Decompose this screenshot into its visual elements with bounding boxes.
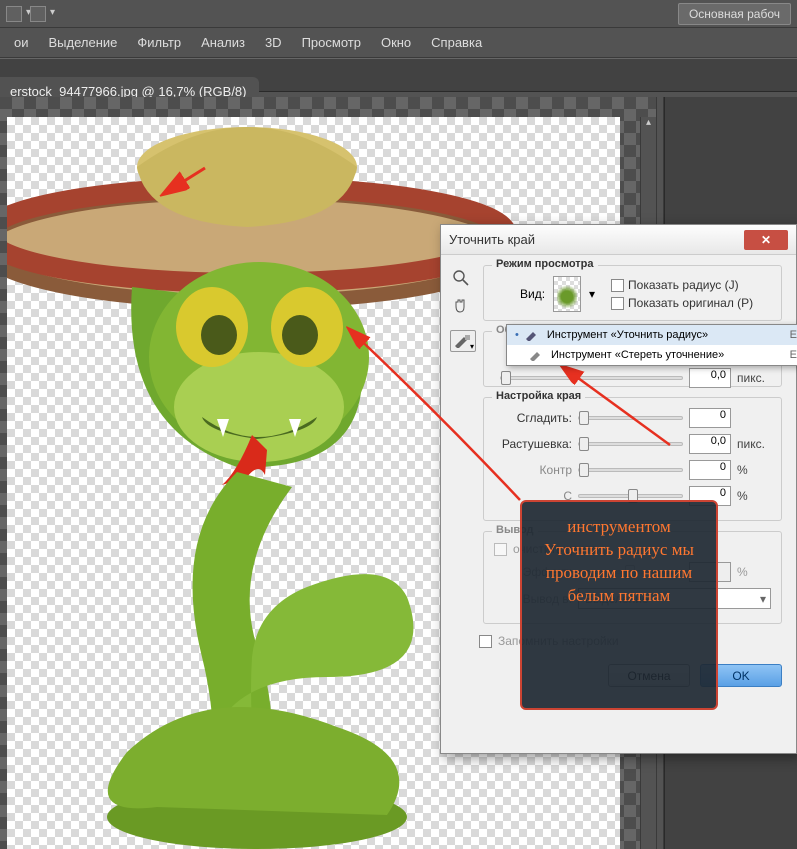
contrast-unit: % [737, 463, 771, 477]
menu-select[interactable]: Выделение [41, 31, 126, 54]
dialog-title: Уточнить край [449, 232, 535, 247]
annotation-callout: инструментом Уточнить радиус мы проводим… [520, 500, 718, 710]
eraser-icon [529, 348, 545, 362]
brush-tool-dropdown: • Инструмент «Уточнить радиус» E Инструм… [506, 324, 797, 366]
view-mode-label: Режим просмотра [492, 258, 598, 270]
refine-shortcut: E [790, 329, 797, 341]
menu-analysis[interactable]: Анализ [193, 31, 253, 54]
effect-unit: % [737, 565, 771, 579]
remember-checkbox[interactable] [479, 635, 492, 648]
shift-unit: % [737, 489, 771, 503]
feather-unit: пикс. [737, 437, 771, 451]
main-menu-bar: ои Выделение Фильтр Анализ 3D Просмотр О… [0, 28, 797, 58]
menu-filter[interactable]: Фильтр [129, 31, 189, 54]
erase-refinement-tool-item[interactable]: Инструмент «Стереть уточнение» E [507, 345, 797, 365]
dialog-titlebar[interactable]: Уточнить край ✕ [441, 225, 796, 255]
dialog-close-button[interactable]: ✕ [744, 230, 788, 250]
menu-window[interactable]: Окно [373, 31, 419, 54]
refine-tool-label: Инструмент «Уточнить радиус» [547, 329, 708, 341]
brush-icon [525, 328, 541, 342]
hat-edge-arrow [155, 165, 215, 205]
menu-help[interactable]: Справка [423, 31, 490, 54]
erase-tool-label: Инструмент «Стереть уточнение» [551, 349, 724, 361]
menu-3d[interactable]: 3D [257, 31, 290, 54]
toolbar-icons [6, 6, 46, 22]
erase-shortcut: E [790, 349, 797, 361]
refine-radius-tool-item[interactable]: • Инструмент «Уточнить радиус» E [507, 325, 797, 345]
app-toolbar: Основная рабоч [0, 0, 797, 28]
workspace-switcher[interactable]: Основная рабоч [678, 3, 791, 25]
cleanup-colors-checkbox[interactable] [494, 543, 507, 556]
contrast-input[interactable]: 0 [689, 460, 731, 480]
radius-unit: пикс. [737, 371, 771, 385]
rect-select-icon[interactable] [6, 6, 22, 22]
rect-mode-icon[interactable] [30, 6, 46, 22]
menu-layers[interactable]: ои [6, 31, 37, 54]
annotation-arrow-2 [555, 355, 725, 455]
menu-view[interactable]: Просмотр [294, 31, 369, 54]
